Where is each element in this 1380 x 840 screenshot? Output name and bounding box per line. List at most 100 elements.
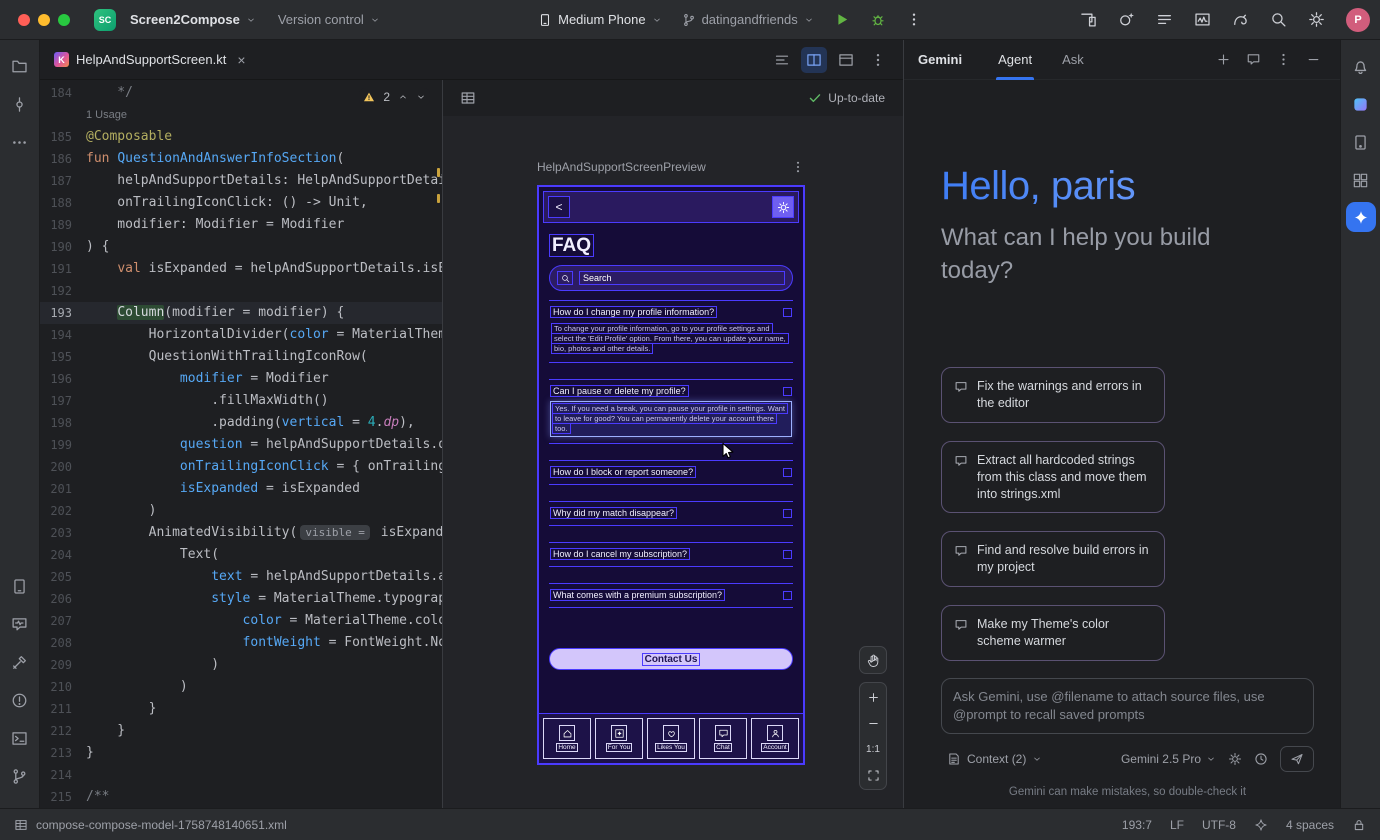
code-line[interactable]: 204 Text( xyxy=(40,544,442,566)
code-usage-hint[interactable]: 1 Usage xyxy=(40,104,442,126)
gemini-settings-button[interactable] xyxy=(1228,752,1242,766)
faq-search-field[interactable]: Search xyxy=(549,265,793,291)
hide-panel-button[interactable] xyxy=(1300,47,1326,73)
zoom-actual-button[interactable]: 1:1 xyxy=(860,736,886,762)
code-line[interactable]: 215/** xyxy=(40,786,442,808)
faq-item[interactable]: How do I change my profile information?T… xyxy=(549,300,793,363)
build-icon[interactable] xyxy=(4,646,36,678)
editor-tab[interactable]: K HelpAndSupportScreen.kt × xyxy=(40,40,256,80)
code-line[interactable]: 199 question = helpAndSupportDetails.que… xyxy=(40,434,442,456)
context-selector[interactable]: Context (2) xyxy=(941,748,1048,770)
code-line[interactable]: 187 helpAndSupportDetails: HelpAndSuppor… xyxy=(40,170,442,192)
code-view-button[interactable] xyxy=(769,47,795,73)
code-line[interactable]: 197 .fillMaxWidth() xyxy=(40,390,442,412)
device-mirroring-icon[interactable] xyxy=(1072,4,1104,36)
error-stripe-mark[interactable] xyxy=(437,168,440,177)
back-button[interactable]: < xyxy=(548,196,570,218)
branch-selector[interactable]: datingandfriends xyxy=(674,7,822,32)
code-line[interactable]: 211 } xyxy=(40,698,442,720)
faq-item[interactable]: What comes with a premium subscription? xyxy=(549,583,793,608)
terminal-icon[interactable] xyxy=(4,722,36,754)
settings-button[interactable] xyxy=(772,196,794,218)
vcs-widget[interactable]: Version control xyxy=(270,7,388,32)
code-line[interactable]: 190) { xyxy=(40,236,442,258)
expand-icon[interactable] xyxy=(783,308,792,317)
gemini-rail-button[interactable] xyxy=(1346,202,1376,232)
preview-more-button[interactable] xyxy=(791,160,805,174)
gemini-more-button[interactable] xyxy=(1270,47,1296,73)
code-line[interactable]: 210 ) xyxy=(40,676,442,698)
profiler-icon[interactable] xyxy=(1186,4,1218,36)
more-run-actions-button[interactable] xyxy=(898,4,930,36)
code-line[interactable]: 205 text = helpAndSupportDetails.answer xyxy=(40,566,442,588)
code-line[interactable]: 213} xyxy=(40,742,442,764)
code-editor[interactable]: 184 */1 Usage185@Composable186fun Questi… xyxy=(40,80,443,808)
code-line[interactable]: 201 isExpanded = isExpanded xyxy=(40,478,442,500)
expand-icon[interactable] xyxy=(783,591,792,600)
faq-item[interactable]: Can I pause or delete my profile?Yes. If… xyxy=(549,379,793,444)
suggestion-card[interactable]: Find and resolve build errors in my proj… xyxy=(941,531,1165,587)
problems-icon[interactable] xyxy=(4,684,36,716)
code-line[interactable]: 200 onTrailingIconClick = { onTrailingIc… xyxy=(40,456,442,478)
nav-item-account[interactable]: Account xyxy=(751,718,799,759)
code-line[interactable]: 196 modifier = Modifier xyxy=(40,368,442,390)
gemini-input[interactable]: Ask Gemini, use @filename to attach sour… xyxy=(941,678,1314,734)
project-selector[interactable]: Screen2Compose xyxy=(122,7,264,32)
pan-button[interactable] xyxy=(859,646,887,674)
layout-inspector-icon[interactable] xyxy=(1345,164,1377,196)
nav-item-chat[interactable]: Chat xyxy=(699,718,747,759)
folder-icon[interactable] xyxy=(4,50,36,82)
kebab-button[interactable] xyxy=(865,47,891,73)
file-encoding[interactable]: UTF-8 xyxy=(1202,818,1236,832)
minimize-window-button[interactable] xyxy=(38,14,50,26)
code-line[interactable]: 193 Column(modifier = modifier) { xyxy=(40,302,442,324)
code-line[interactable]: 202 ) xyxy=(40,500,442,522)
commit-icon[interactable] xyxy=(4,88,36,120)
code-line[interactable]: 189 modifier: Modifier = Modifier xyxy=(40,214,442,236)
gemini-tab-ask[interactable]: Ask xyxy=(1060,40,1086,80)
ai-status-icon[interactable] xyxy=(1254,818,1268,832)
history-button[interactable] xyxy=(1254,752,1268,766)
faq-item[interactable]: How do I cancel my subscription? xyxy=(549,542,793,567)
new-chat-button[interactable] xyxy=(1210,47,1236,73)
line-separator[interactable]: LF xyxy=(1170,818,1184,832)
close-window-button[interactable] xyxy=(18,14,30,26)
suggestion-card[interactable]: Make my Theme's color scheme warmer xyxy=(941,605,1165,661)
run-button[interactable] xyxy=(826,4,858,36)
faq-screen-preview[interactable]: < FAQ Search How do I change my profile … xyxy=(537,185,805,765)
nav-item-for-you[interactable]: For You xyxy=(595,718,643,759)
zoom-to-fit-button[interactable] xyxy=(860,762,886,788)
error-stripe-mark[interactable] xyxy=(437,194,440,203)
zoom-in-button[interactable] xyxy=(860,684,886,710)
preview-grid-button[interactable] xyxy=(455,85,481,111)
app-quality-insights-icon[interactable] xyxy=(4,608,36,640)
suggestion-card[interactable]: Fix the warnings and errors in the edito… xyxy=(941,367,1165,423)
more-icon[interactable] xyxy=(4,126,36,158)
gradle-sync-icon[interactable] xyxy=(1224,4,1256,36)
logcat-icon[interactable] xyxy=(1148,4,1180,36)
code-line[interactable]: 203 AnimatedVisibility(visible = isExpan… xyxy=(40,522,442,544)
split-view-button[interactable] xyxy=(801,47,827,73)
code-line[interactable]: 194 HorizontalDivider(color = MaterialTh… xyxy=(40,324,442,346)
settings-icon[interactable] xyxy=(1300,4,1332,36)
previous-warning-button[interactable] xyxy=(398,92,408,102)
code-line[interactable]: 212 } xyxy=(40,720,442,742)
code-line[interactable]: 208 fontWeight = FontWeight.Normal xyxy=(40,632,442,654)
device-selector[interactable]: Medium Phone xyxy=(530,7,669,32)
design-view-button[interactable] xyxy=(833,47,859,73)
gemini-tab-agent[interactable]: Agent xyxy=(996,40,1034,80)
inspection-widget[interactable]: 2 xyxy=(359,88,430,106)
faq-item[interactable]: Why did my match disappear? xyxy=(549,501,793,526)
code-line[interactable]: 206 style = MaterialTheme.typography xyxy=(40,588,442,610)
expand-icon[interactable] xyxy=(783,509,792,518)
ai-assist-icon[interactable] xyxy=(1110,4,1142,36)
next-warning-button[interactable] xyxy=(416,92,426,102)
code-line[interactable]: 186fun QuestionAndAnswerInfoSection( xyxy=(40,148,442,170)
notifications-icon[interactable] xyxy=(1345,50,1377,82)
nav-item-likes-you[interactable]: Likes You xyxy=(647,718,695,759)
statusbar-file-widget[interactable]: compose-compose-model-1758748140651.xml xyxy=(14,818,287,832)
conversations-button[interactable] xyxy=(1240,47,1266,73)
model-selector[interactable]: Gemini 2.5 Pro xyxy=(1121,752,1216,766)
preview-canvas[interactable]: HelpAndSupportScreenPreview < FAQ Search xyxy=(443,116,903,808)
code-line[interactable]: 198 .padding(vertical = 4.dp), xyxy=(40,412,442,434)
